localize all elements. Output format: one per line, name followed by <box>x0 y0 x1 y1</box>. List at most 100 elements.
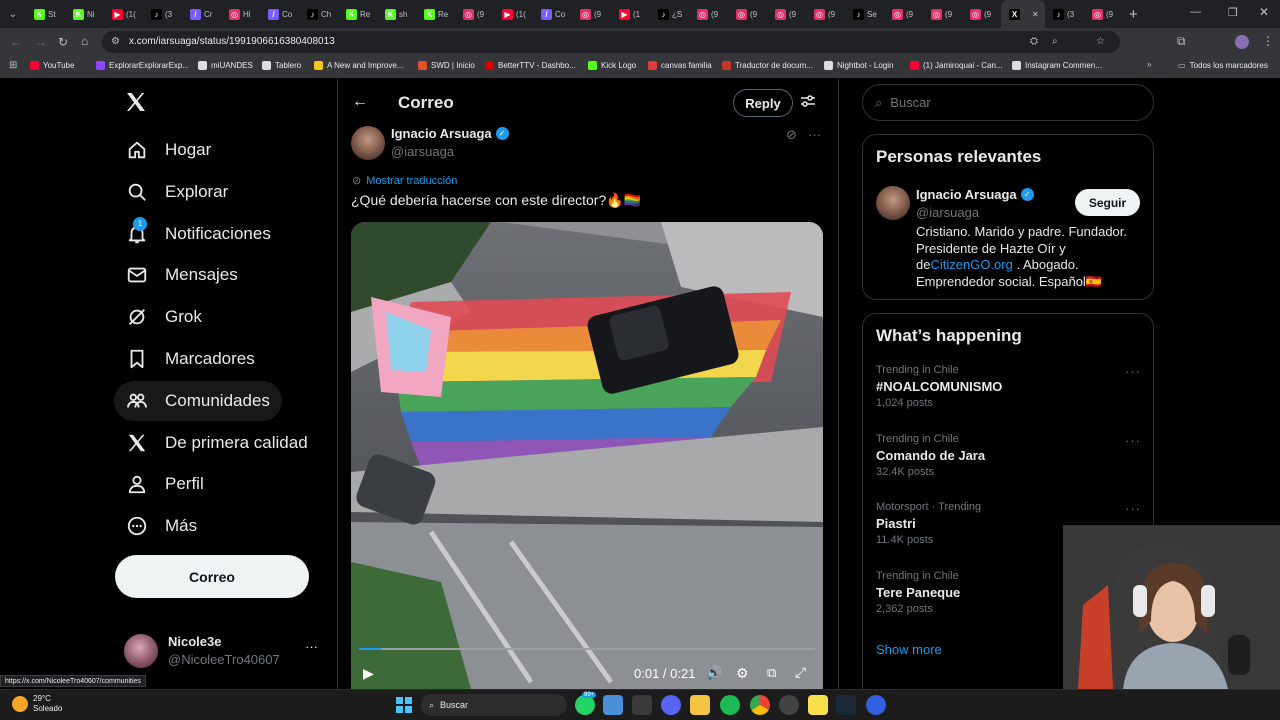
post-button[interactable]: Correo <box>115 555 309 598</box>
browser-tab[interactable]: ◎ (9 <box>572 0 611 28</box>
trend-item[interactable]: Trending in Chile Comando de Jara 32.4K po… <box>876 433 1141 478</box>
all-bookmarks-folder[interactable]: ▭ Todos los marcadores <box>1178 61 1268 70</box>
zoom-icon[interactable]: ⌕ <box>1052 31 1058 53</box>
x-logo-icon[interactable] <box>124 90 148 114</box>
browser-tab[interactable]: ◎ (9 <box>1084 0 1123 28</box>
author-avatar[interactable] <box>351 126 385 160</box>
back-icon[interactable]: ← <box>10 35 22 49</box>
sidebar-item-comunidades[interactable]: Comunidades <box>114 380 282 421</box>
show-more-link[interactable]: Show more <box>876 642 942 657</box>
weather-widget[interactable]: 29°C Soleado <box>12 694 62 714</box>
trend-more-icon[interactable]: ··· <box>1125 501 1141 516</box>
start-button[interactable] <box>396 697 412 713</box>
browser-tab[interactable]: ◎ Hi <box>221 0 260 28</box>
relevant-name[interactable]: Ignacio Arsuaga ✓ <box>916 187 1034 202</box>
chrome-icon[interactable] <box>750 695 770 715</box>
tab-search-button[interactable]: ⌄ <box>0 0 26 28</box>
bookmark-star-icon[interactable]: ☆ <box>1096 31 1105 53</box>
profile-avatar[interactable] <box>1235 35 1249 49</box>
sliders-icon[interactable] <box>800 93 816 109</box>
trend-more-icon[interactable]: ··· <box>1125 364 1141 379</box>
author-name[interactable]: Ignacio Arsuaga ✓ <box>391 126 509 141</box>
bookmark-item[interactable]: canvas familia <box>648 61 712 70</box>
trend-item[interactable]: Trending in Chile #NOALCOMUNISMO 1,024 pos… <box>876 364 1141 409</box>
bookmark-item[interactable]: Kick Logo <box>588 61 636 70</box>
browser-tab[interactable]: ◎ (9 <box>728 0 767 28</box>
bookmark-item[interactable]: Instagram Commen... <box>1012 61 1102 70</box>
browser-tab[interactable]: ▶ (1( <box>494 0 533 28</box>
browser-tab[interactable]: ♪ (3 <box>143 0 182 28</box>
browser-tab[interactable]: ◎ (9 <box>455 0 494 28</box>
relevant-avatar[interactable] <box>876 186 910 220</box>
bookmarks-overflow-icon[interactable]: » <box>1147 60 1151 69</box>
browser-tab[interactable]: K Re <box>338 0 377 28</box>
reload-icon[interactable]: ↻ <box>58 35 68 49</box>
settings-icon[interactable]: ⚙ <box>736 665 749 682</box>
browser-tab[interactable]: ◎ (9 <box>767 0 806 28</box>
browser-tab[interactable]: K St <box>26 0 65 28</box>
sidebar-item-explorar[interactable]: Explorar <box>114 172 240 212</box>
fullscreen-icon[interactable]: ⤢ <box>795 664 806 681</box>
bookmark-item[interactable]: A New and Improve... <box>314 61 403 70</box>
browser-tab[interactable]: ♪ Se <box>845 0 884 28</box>
back-arrow-icon[interactable]: ← <box>352 93 368 111</box>
reply-button[interactable]: Reply <box>733 89 793 117</box>
extensions-icon[interactable]: ⧉ <box>1177 34 1186 48</box>
forward-icon[interactable]: → <box>35 35 47 49</box>
bookmark-item[interactable]: Traductor de docum... <box>722 61 813 70</box>
pip-icon[interactable]: ⧉ <box>767 665 776 681</box>
sidebar-item-mensajes[interactable]: Mensajes <box>114 255 250 295</box>
maximize-button[interactable]: ❐ <box>1228 6 1238 19</box>
browser-tab[interactable]: K Re <box>416 0 455 28</box>
browser-tab[interactable]: ▶ (1 <box>611 0 650 28</box>
video-progress-track[interactable] <box>359 648 815 650</box>
app-icon[interactable] <box>866 695 886 715</box>
search-box[interactable]: ⌕ <box>862 84 1154 121</box>
xbox-icon[interactable] <box>632 695 652 715</box>
account-switcher[interactable]: Nicole3e @NicoleeTro40607 ··· <box>115 624 330 676</box>
taskbar-search[interactable]: ⌕ Buscar <box>421 694 567 716</box>
browser-tab[interactable]: / Co <box>260 0 299 28</box>
menu-icon[interactable]: ⋮ <box>1262 34 1274 48</box>
bookmark-item[interactable]: YouTube <box>30 61 74 70</box>
bookmark-item[interactable]: ExplorarExplorarExp... <box>96 61 189 70</box>
browser-tab[interactable]: ◎ (9 <box>806 0 845 28</box>
whatsapp-icon[interactable] <box>575 695 595 715</box>
browser-tab[interactable]: / Cr <box>182 0 221 28</box>
obs-icon[interactable] <box>779 695 799 715</box>
browser-tab[interactable]: ◎ (9 <box>962 0 1001 28</box>
home-icon[interactable]: ⌂ <box>81 34 88 48</box>
url-field[interactable]: ⚙ x.com/iarsuaga/status/1991906616380408… <box>102 31 1120 53</box>
bookmark-item[interactable]: BetterTTV - Dashbo... <box>485 61 576 70</box>
files-icon[interactable] <box>690 695 710 715</box>
bookmark-item[interactable]: SWD | Inicio <box>418 61 475 70</box>
trend-more-icon[interactable]: ··· <box>1125 433 1141 448</box>
post-more-icon[interactable]: ··· <box>808 127 821 142</box>
minimize-button[interactable]: — <box>1190 6 1201 18</box>
site-info-icon[interactable]: ⚙ <box>111 31 120 53</box>
bookmark-item[interactable]: miUANDES <box>198 61 253 70</box>
translate-link[interactable]: ⊘ Mostrar traducción <box>352 174 457 188</box>
sidebar-item-grok[interactable]: Grok <box>114 297 214 337</box>
browser-tab[interactable]: X ✕ <box>1001 0 1045 28</box>
new-tab-button[interactable]: + <box>1129 6 1138 23</box>
video-player[interactable]: ▶ 0:01 / 0:21 🔊 ⚙ ⧉ ⤢ <box>351 222 823 689</box>
apps-icon[interactable]: ⊞ <box>9 60 17 71</box>
notes-icon[interactable] <box>603 695 623 715</box>
follow-button[interactable]: Seguir <box>1075 189 1140 216</box>
search-input[interactable] <box>890 95 1121 110</box>
browser-tab[interactable]: ◎ (9 <box>689 0 728 28</box>
sidebar-item-de-primera-calidad[interactable]: De primera calidad <box>114 423 320 463</box>
account-more-icon[interactable]: ··· <box>305 639 318 654</box>
spotify-icon[interactable] <box>720 695 740 715</box>
bio-link[interactable]: CitizenGO.org <box>930 257 1012 272</box>
bookmark-item[interactable]: Tablero <box>262 61 301 70</box>
bookmark-item[interactable]: (1) Jamiroquai - Can... <box>910 61 1003 70</box>
play-icon[interactable]: ▶ <box>363 665 374 682</box>
browser-tab[interactable]: / Co <box>533 0 572 28</box>
browser-tab[interactable]: ◎ (9 <box>884 0 923 28</box>
browser-tab[interactable]: ♪ (3 <box>1045 0 1084 28</box>
bookmark-item[interactable]: Nightbot - Login <box>824 61 893 70</box>
sidebar-item-perfil[interactable]: Perfil <box>114 464 216 504</box>
sidebar-item-hogar[interactable]: Hogar <box>114 130 223 170</box>
